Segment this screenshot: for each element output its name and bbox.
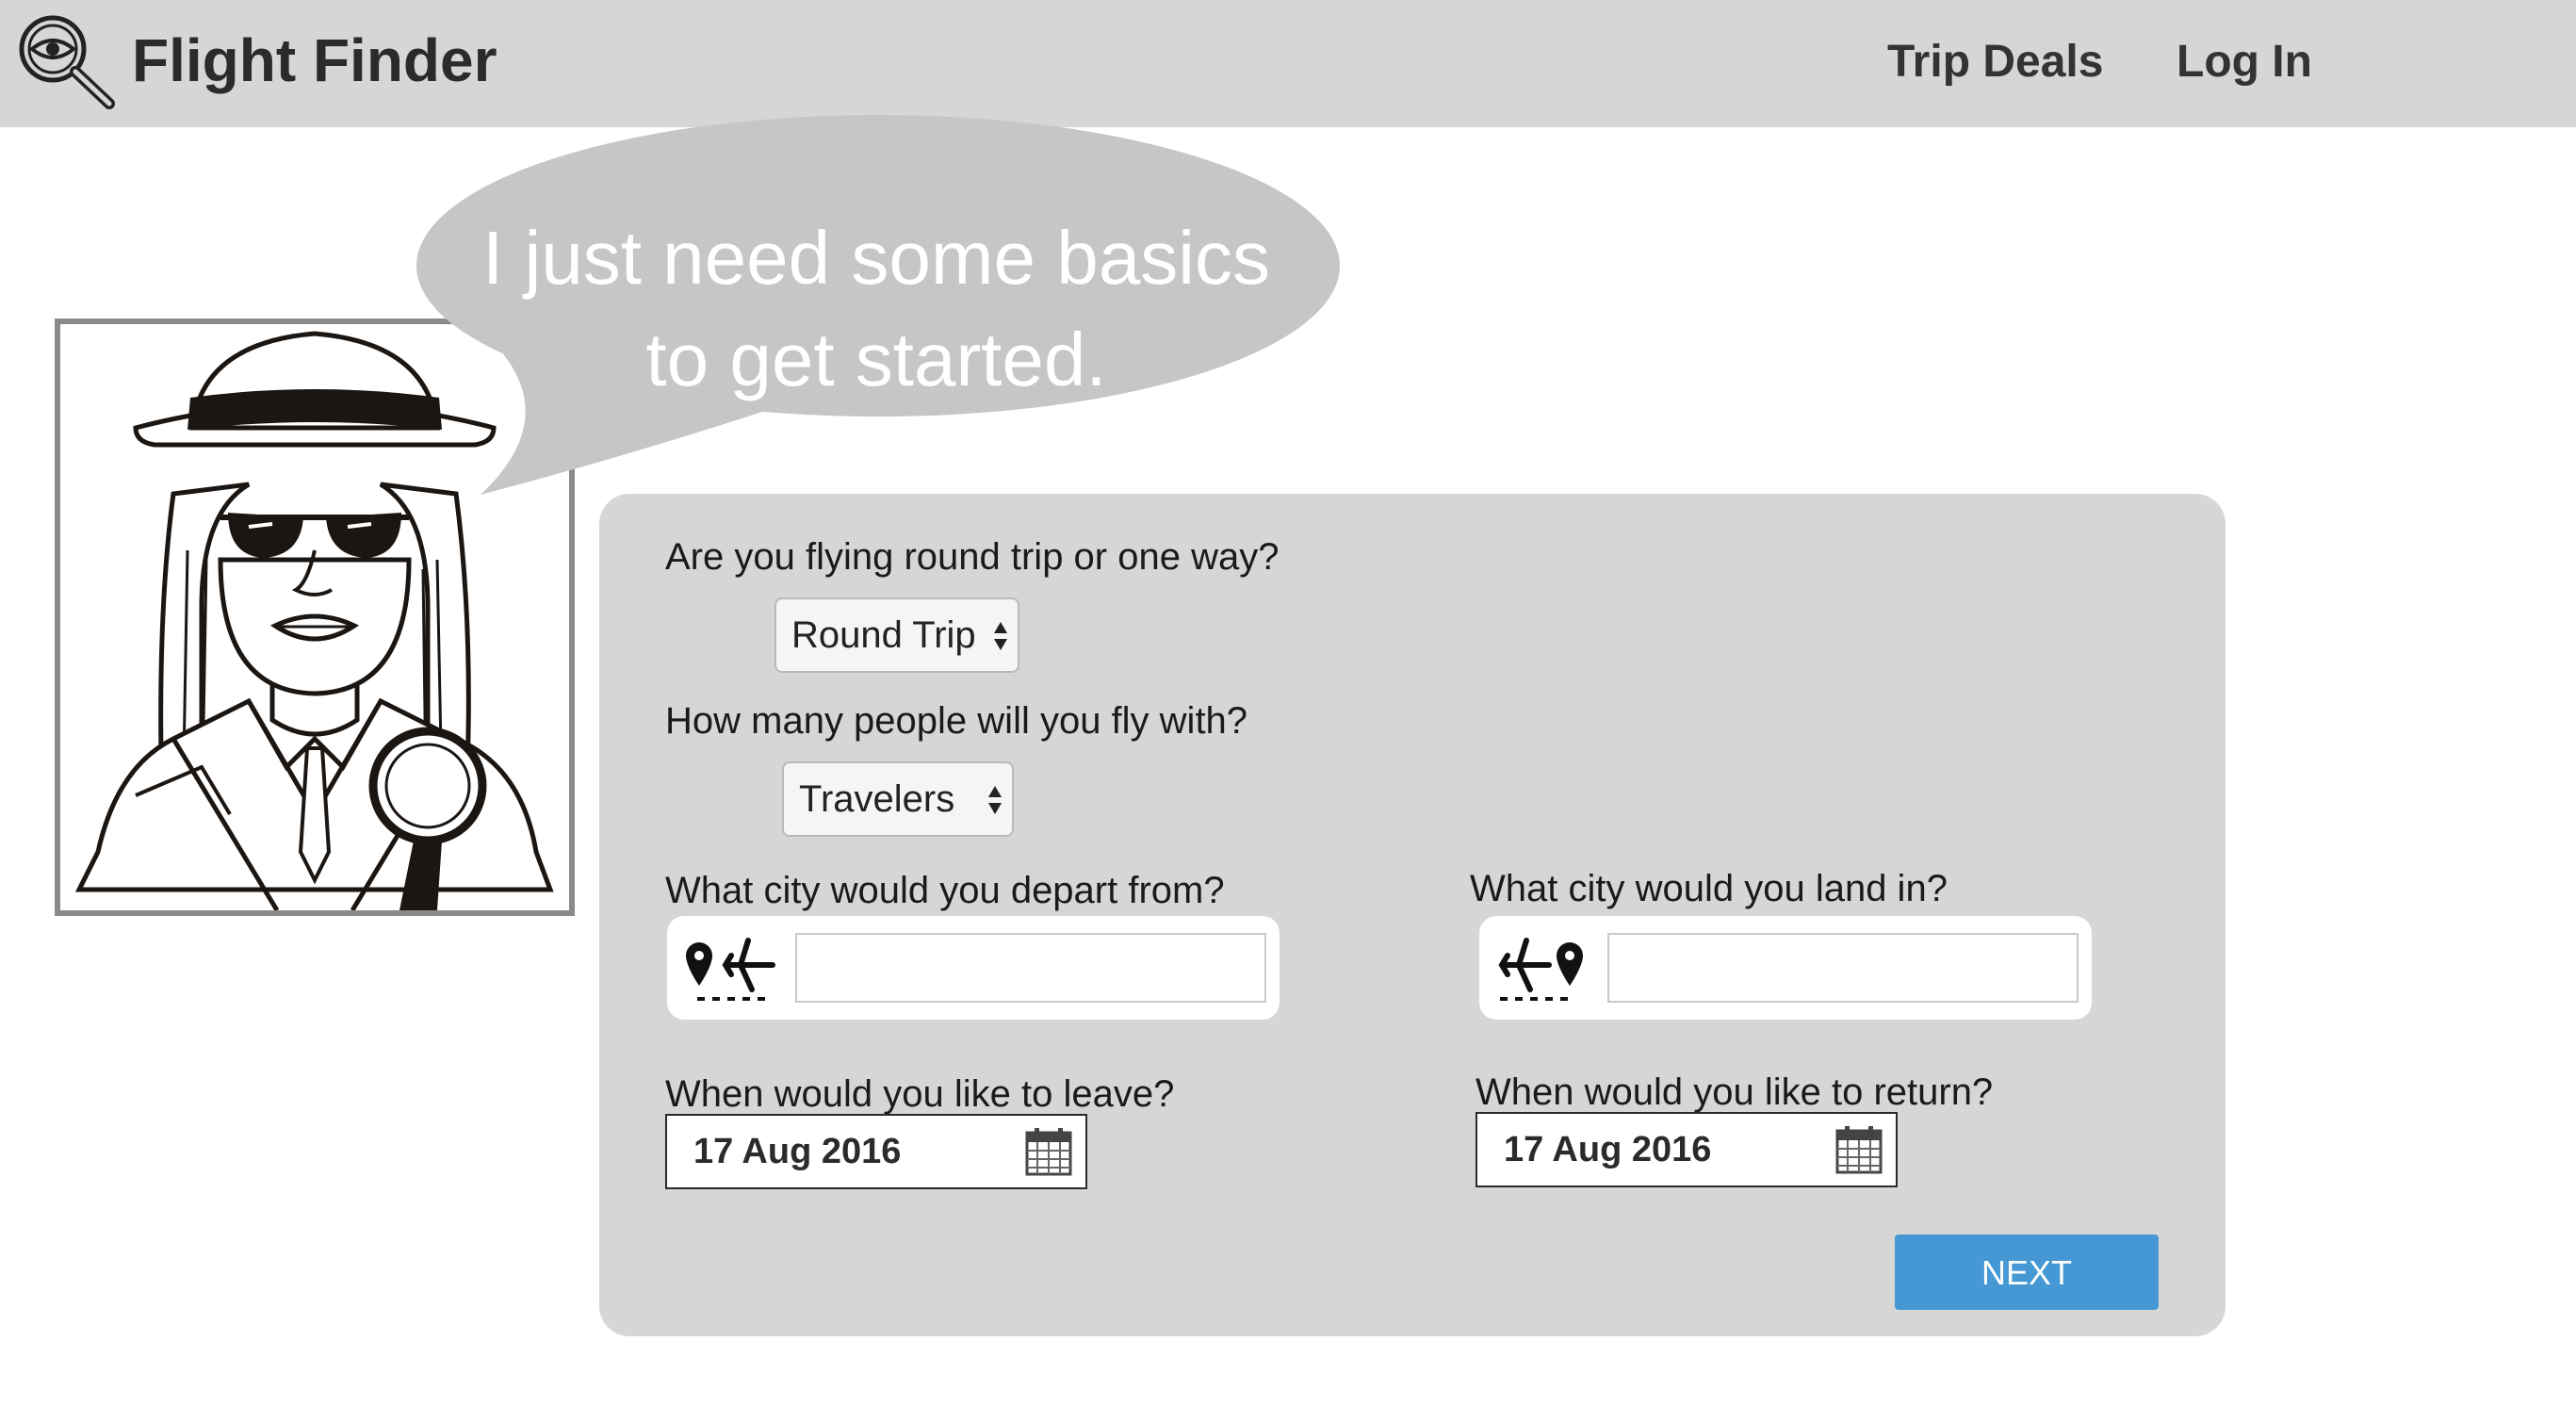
arrive-plane-icon (1498, 938, 1583, 1001)
next-button[interactable]: NEXT (1895, 1234, 2159, 1310)
trip-type-question: Are you flying round trip or one way? (665, 536, 1280, 578)
speech-line-2: to get started. (645, 318, 1107, 401)
trip-type-select[interactable]: Round Trip (774, 597, 1019, 673)
return-date-question: When would you like to return? (1475, 1071, 1994, 1113)
flight-search-form: Are you flying round trip or one way? Ro… (599, 494, 2225, 1336)
leave-date-question: When would you like to leave? (665, 1073, 1175, 1115)
travelers-question: How many people will you fly with? (665, 700, 1248, 742)
brand-title[interactable]: Flight Finder (132, 21, 497, 100)
arrive-city-question: What city would you land in? (1470, 868, 1948, 909)
leave-date-value: 17 Aug 2016 (693, 1132, 902, 1171)
speech-line-1: I just need some basics (482, 216, 1270, 300)
calendar-icon[interactable] (1025, 1127, 1072, 1176)
leave-date-picker[interactable]: 17 Aug 2016 (665, 1114, 1087, 1189)
calendar-icon[interactable] (1835, 1125, 1883, 1174)
return-date-value: 17 Aug 2016 (1504, 1130, 1712, 1169)
return-date-picker[interactable]: 17 Aug 2016 (1475, 1112, 1898, 1187)
arrive-city-input[interactable] (1607, 933, 2079, 1003)
top-nav-bar: Flight Finder Trip Deals Log In (0, 0, 2576, 127)
depart-city-question: What city would you depart from? (665, 870, 1225, 911)
magnifier-eye-logo-icon[interactable] (15, 11, 117, 109)
updown-arrows-icon (988, 786, 1002, 814)
depart-plane-icon (686, 938, 775, 1001)
speech-bubble-text: I just need some basics to get started. (424, 207, 1329, 411)
nav-log-in[interactable]: Log In (2177, 32, 2312, 92)
travelers-selected: Travelers (799, 778, 955, 820)
trip-type-selected: Round Trip (791, 614, 976, 656)
arrive-city-field (1479, 916, 2092, 1020)
detective-illustration (74, 331, 554, 910)
depart-city-input[interactable] (795, 933, 1266, 1003)
nav-trip-deals[interactable]: Trip Deals (1887, 32, 2103, 92)
depart-city-field (667, 916, 1280, 1020)
travelers-select[interactable]: Travelers (782, 761, 1014, 837)
updown-arrows-icon (994, 622, 1007, 650)
